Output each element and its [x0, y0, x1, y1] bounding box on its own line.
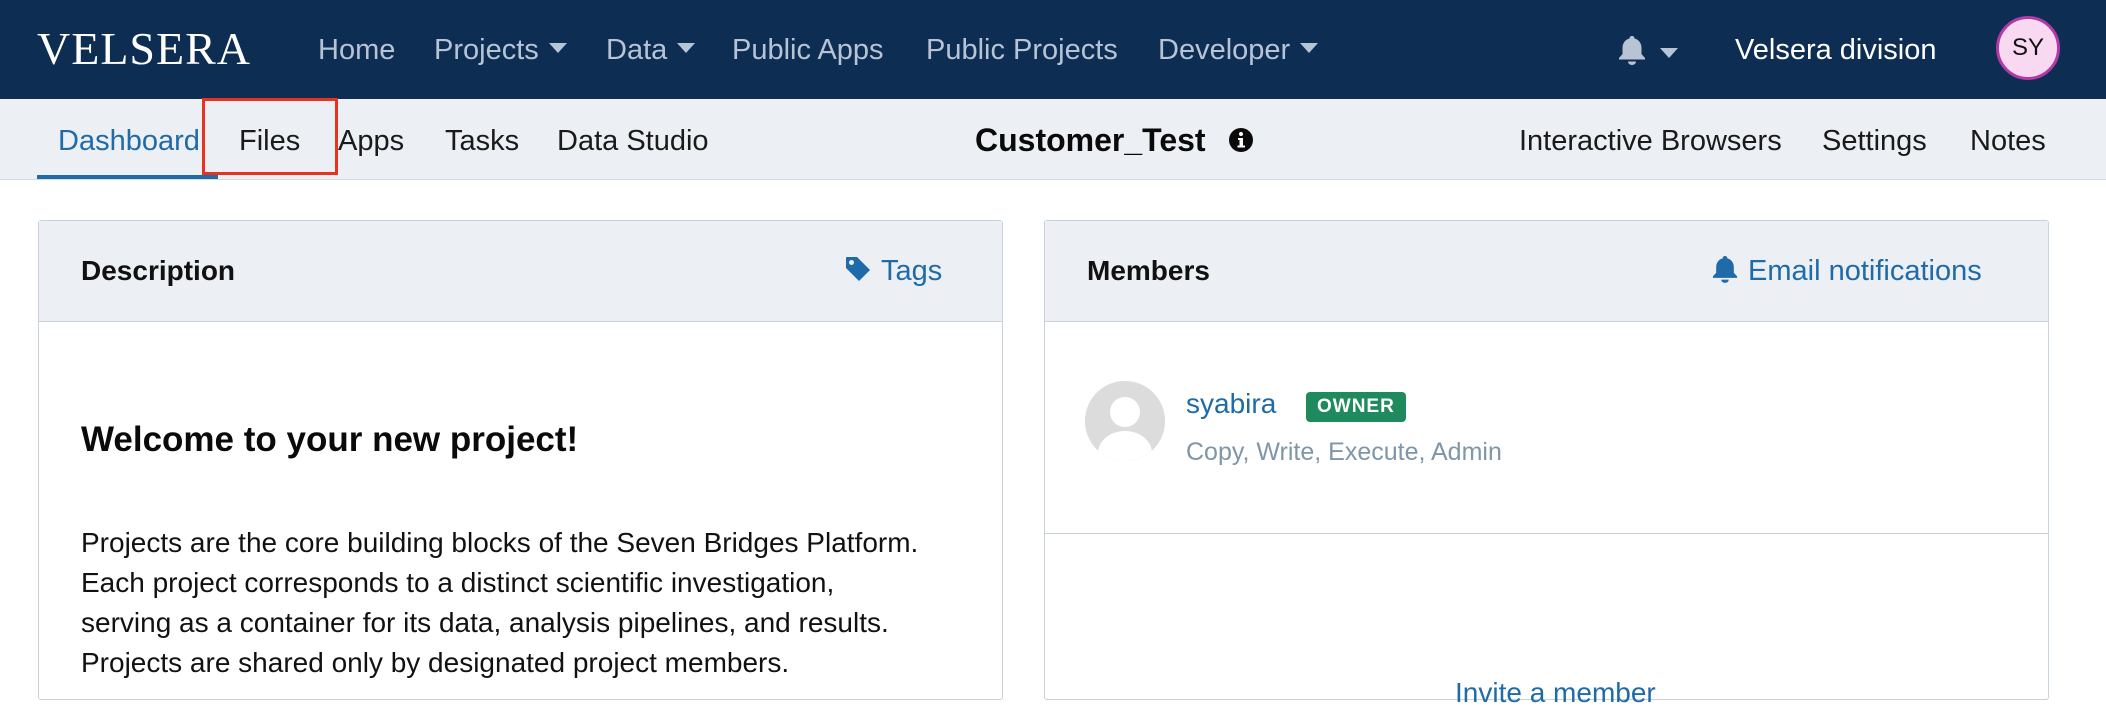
- member-name-link[interactable]: syabira: [1186, 386, 1276, 422]
- tab-notes[interactable]: Notes: [1970, 119, 2046, 163]
- tab-data-studio[interactable]: Data Studio: [557, 119, 709, 163]
- tags-button[interactable]: Tags: [845, 253, 942, 289]
- tab-tasks[interactable]: Tasks: [445, 119, 519, 163]
- nav-developer-label: Developer: [1158, 34, 1291, 66]
- user-silhouette-icon: [1085, 381, 1165, 461]
- nav-public-apps-label: Public Apps: [732, 34, 884, 66]
- user-avatar[interactable]: SY: [1996, 16, 2060, 80]
- division-selector[interactable]: Velsera division: [1735, 28, 1937, 72]
- description-line: serving as a container for its data, ana…: [81, 607, 889, 638]
- description-panel-header: Description Tags: [39, 221, 1002, 322]
- info-icon[interactable]: [1229, 128, 1253, 152]
- nav-data-label: Data: [606, 34, 668, 66]
- notifications-dropdown[interactable]: [1618, 32, 1680, 68]
- description-line: Each project corresponds to a distinct s…: [81, 567, 835, 598]
- members-panel: Members Email notifications syabira OWNE…: [1044, 220, 2049, 708]
- description-line: Projects are the core building blocks of…: [81, 527, 919, 558]
- owner-badge: OWNER: [1306, 392, 1406, 422]
- nav-public-projects-label: Public Projects: [926, 34, 1118, 66]
- nav-home[interactable]: Home: [318, 28, 395, 72]
- email-notifications-label: Email notifications: [1748, 255, 1982, 287]
- bell-icon: [1712, 256, 1738, 284]
- top-navbar: VELSERA Home Projects Data Public Apps P…: [0, 0, 2106, 99]
- tab-files[interactable]: Files: [239, 119, 300, 163]
- tab-interactive-browsers[interactable]: Interactive Browsers: [1519, 119, 1782, 163]
- members-heading: Members: [1087, 255, 1210, 286]
- tab-settings[interactable]: Settings: [1822, 119, 1927, 163]
- nav-projects-dropdown[interactable]: Projects: [434, 28, 567, 72]
- members-divider: [1045, 533, 2048, 534]
- nav-public-projects[interactable]: Public Projects: [926, 28, 1118, 72]
- chevron-down-icon: [1660, 48, 1678, 58]
- welcome-title: Welcome to your new project!: [81, 420, 579, 459]
- member-permissions: Copy, Write, Execute, Admin: [1186, 438, 1502, 466]
- description-heading: Description: [81, 255, 236, 286]
- invite-member-label: Invite a member: [1455, 677, 1656, 708]
- members-panel-header: Members Email notifications: [1045, 221, 2048, 322]
- tags-label: Tags: [881, 255, 943, 287]
- nav-home-label: Home: [318, 34, 396, 66]
- tab-dashboard[interactable]: Dashboard: [58, 119, 200, 163]
- nav-projects-label: Projects: [434, 34, 539, 66]
- tab-apps[interactable]: Apps: [338, 119, 404, 163]
- nav-developer-dropdown[interactable]: Developer: [1158, 28, 1319, 72]
- nav-public-apps[interactable]: Public Apps: [732, 28, 884, 72]
- nav-data-dropdown[interactable]: Data: [606, 28, 696, 72]
- tag-icon: [846, 257, 870, 282]
- project-title: Customer_Test: [975, 122, 1206, 158]
- active-tab-indicator: [37, 175, 218, 179]
- chevron-down-icon: [548, 43, 567, 54]
- chevron-down-icon: [677, 43, 696, 54]
- description-panel: Description Tags Welcome to your new pro…: [38, 220, 1003, 700]
- bell-icon: [1619, 36, 1645, 65]
- description-text: Projects are the core building blocks of…: [81, 523, 981, 683]
- invite-member-button[interactable]: Invite a member: [1455, 673, 1656, 713]
- email-notifications-button[interactable]: Email notifications: [1712, 253, 1982, 289]
- chevron-down-icon: [1300, 43, 1319, 54]
- description-line: Projects are shared only by designated p…: [81, 647, 790, 678]
- member-avatar: [1085, 381, 1165, 461]
- velsera-logo[interactable]: VELSERA: [37, 25, 251, 73]
